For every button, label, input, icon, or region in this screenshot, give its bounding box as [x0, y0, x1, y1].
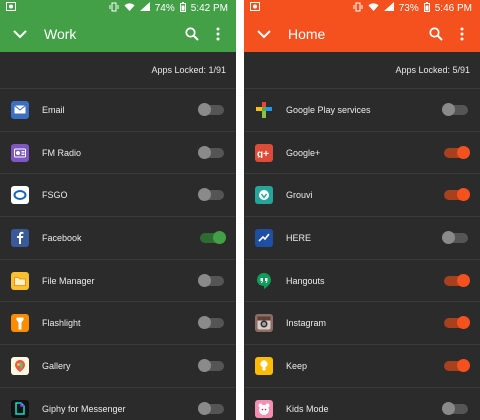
list-item[interactable]: FSGO: [0, 174, 236, 218]
app-label: Google+: [286, 147, 321, 158]
signal-icon: [139, 2, 150, 14]
app-label: Flashlight: [42, 318, 81, 329]
fsgo-icon: [11, 186, 29, 205]
here-maps-icon: [255, 228, 273, 247]
app-label: FM Radio: [42, 147, 82, 158]
chevron-down-icon[interactable]: [254, 24, 274, 44]
toolbar: Work: [0, 16, 236, 52]
profile-title[interactable]: Home: [288, 26, 420, 42]
lock-toggle[interactable]: [442, 102, 468, 116]
email-icon: [11, 100, 29, 119]
lock-toggle[interactable]: [444, 188, 470, 202]
chevron-down-icon[interactable]: [10, 24, 30, 44]
file-manager-icon: [11, 271, 29, 290]
lock-toggle[interactable]: [442, 401, 468, 415]
screenshot-notification-icon: [6, 2, 16, 14]
app-label: Kids Mode: [286, 403, 329, 414]
search-icon[interactable]: [182, 24, 202, 44]
facebook-icon: [11, 228, 29, 247]
apps-locked-count: Apps Locked: 1/91: [0, 52, 236, 89]
work-profile-screen: 74% 5:42 PM Work Apps Locked: 1/91 Email…: [0, 0, 236, 420]
app-label: HERE: [286, 232, 312, 243]
vibrate-icon: [109, 2, 119, 15]
battery-percent: 73%: [398, 2, 419, 14]
list-item[interactable]: Google Play services: [244, 89, 480, 132]
lock-toggle[interactable]: [200, 230, 226, 244]
instagram-icon: [255, 314, 273, 333]
lock-toggle[interactable]: [444, 358, 470, 372]
list-item[interactable]: Grouvi: [244, 174, 480, 218]
list-item[interactable]: Flashlight: [0, 302, 236, 346]
grouvi-icon: [255, 186, 273, 205]
status-bar: 74% 5:42 PM: [0, 0, 236, 16]
lock-toggle[interactable]: [198, 316, 224, 330]
app-label: Grouvi: [286, 190, 313, 201]
screenshot-notification-icon: [250, 2, 260, 14]
list-item[interactable]: Keep: [244, 345, 480, 388]
app-label: Gallery: [42, 360, 71, 371]
wifi-icon: [368, 2, 379, 14]
battery-percent: 74%: [154, 2, 175, 14]
vibrate-icon: [353, 2, 363, 15]
list-item[interactable]: Gallery: [0, 345, 236, 388]
hangouts-icon: [255, 272, 273, 290]
profile-title[interactable]: Work: [44, 26, 176, 42]
flashlight-icon: [11, 314, 29, 333]
lock-toggle[interactable]: [198, 273, 224, 287]
list-item[interactable]: Kids Mode: [244, 388, 480, 420]
google-plus-icon: g+: [255, 143, 273, 162]
toolbar: Home: [244, 16, 480, 52]
gallery-icon: [11, 356, 29, 375]
clock: 5:42 PM: [190, 2, 228, 14]
app-label: File Manager: [42, 275, 95, 286]
fm-radio-icon: [11, 143, 29, 162]
list-item[interactable]: Instagram: [244, 302, 480, 346]
app-label: Keep: [286, 360, 308, 371]
giphy-icon: [11, 399, 29, 418]
more-options-icon[interactable]: [452, 24, 472, 44]
lock-toggle[interactable]: [198, 358, 224, 372]
app-label: Instagram: [286, 318, 327, 329]
list-item[interactable]: Hangouts: [244, 260, 480, 303]
svg-text:g+: g+: [257, 149, 269, 158]
signal-icon: [383, 2, 394, 14]
apps-locked-count: Apps Locked: 5/91: [244, 52, 480, 89]
lock-toggle[interactable]: [198, 188, 224, 202]
home-profile-screen: 73% 5:46 PM Home Apps Locked: 5/91 Googl…: [244, 0, 480, 420]
list-item[interactable]: HERE: [244, 217, 480, 260]
lock-toggle[interactable]: [198, 401, 224, 415]
list-item[interactable]: File Manager: [0, 260, 236, 303]
app-label: Giphy for Messenger: [42, 403, 126, 414]
lock-toggle[interactable]: [444, 316, 470, 330]
lock-toggle[interactable]: [198, 145, 224, 159]
keep-icon: [255, 356, 273, 375]
status-bar: 73% 5:46 PM: [244, 0, 480, 16]
app-label: Google Play services: [286, 104, 371, 115]
list-item[interactable]: Giphy for Messenger: [0, 388, 236, 420]
more-options-icon[interactable]: [208, 24, 228, 44]
list-item[interactable]: g+ Google+: [244, 132, 480, 175]
list-item[interactable]: FM Radio: [0, 132, 236, 175]
app-label: Facebook: [42, 232, 82, 243]
search-icon[interactable]: [426, 24, 446, 44]
app-label: Hangouts: [286, 275, 325, 286]
battery-icon: [423, 1, 430, 15]
lock-toggle[interactable]: [198, 102, 224, 116]
clock: 5:46 PM: [434, 2, 472, 14]
list-item[interactable]: Email: [0, 89, 236, 132]
app-label: Email: [42, 104, 65, 115]
lock-toggle[interactable]: [444, 273, 470, 287]
wifi-icon: [124, 2, 135, 14]
lock-toggle[interactable]: [442, 230, 468, 244]
battery-icon: [179, 1, 186, 15]
list-item[interactable]: Facebook: [0, 217, 236, 260]
app-label: FSGO: [42, 190, 68, 201]
google-play-services-icon: [255, 101, 273, 119]
kids-mode-icon: [255, 399, 273, 418]
lock-toggle[interactable]: [444, 145, 470, 159]
